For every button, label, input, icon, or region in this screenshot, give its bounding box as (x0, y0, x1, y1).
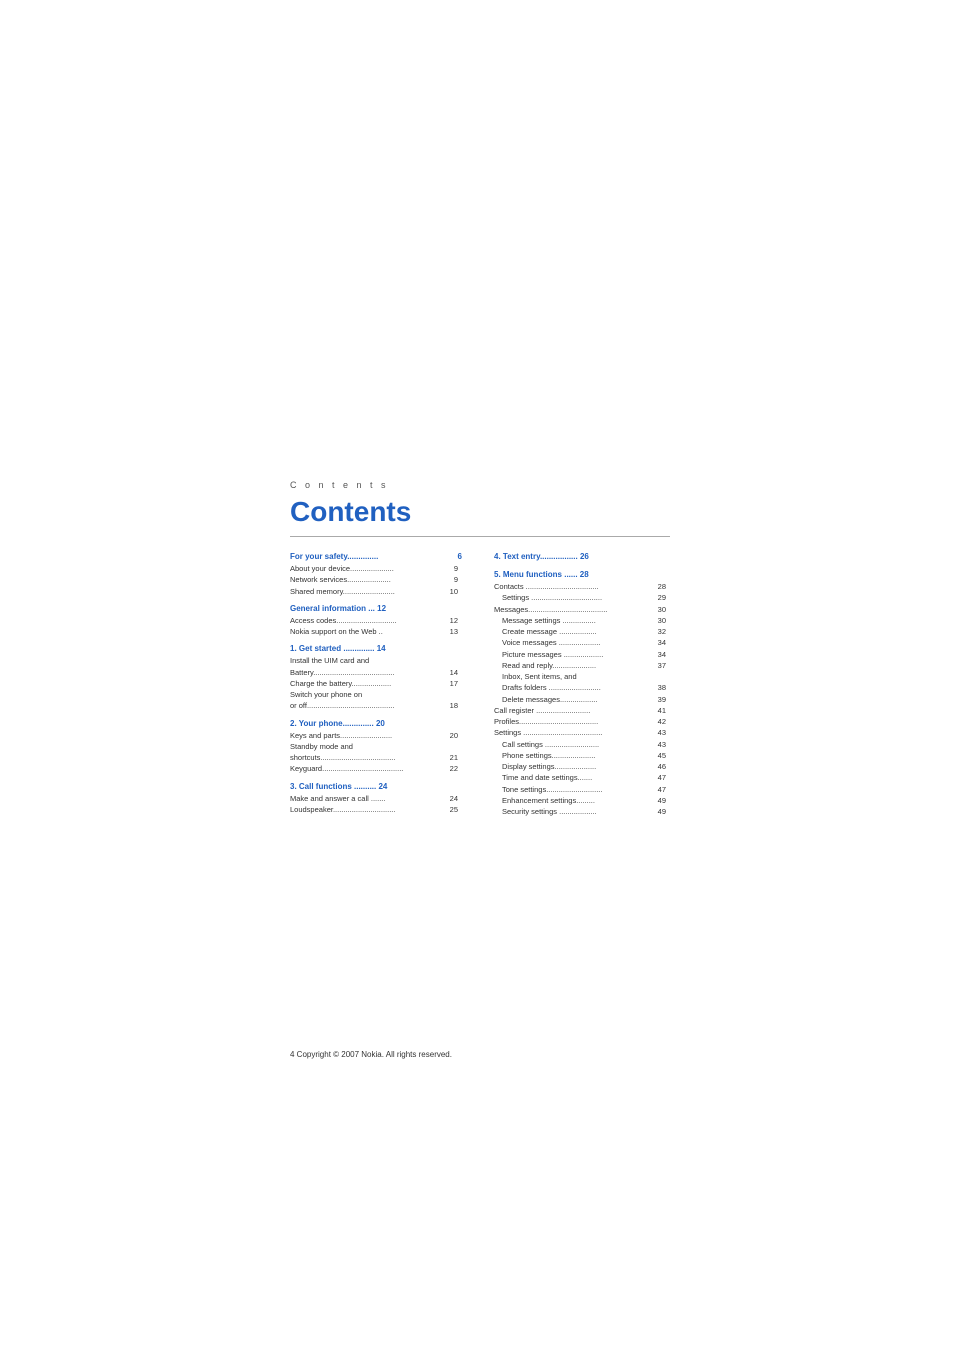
list-item: Phone settings..................... 45 (494, 750, 670, 761)
list-item: Keys and parts......................... … (290, 730, 462, 741)
list-item: Contacts ...............................… (494, 581, 670, 592)
list-item: Nokia support on the Web .. 13 (290, 626, 462, 637)
list-item: Tone settings...........................… (494, 784, 670, 795)
list-item: Call register ..........................… (494, 705, 670, 716)
list-item: Install the UIM card and (290, 655, 462, 666)
section-get-started: 1. Get started .............. 14 (290, 643, 462, 655)
section-header-text: 1. Get started .............. 14 (290, 643, 386, 655)
list-item: Battery.................................… (290, 667, 462, 678)
list-item: Network services..................... 9 (290, 574, 462, 585)
section-call-functions: 3. Call functions .......... 24 (290, 781, 462, 793)
list-item: Message settings ................ 30 (494, 615, 670, 626)
contents-label: C o n t e n t s (290, 480, 670, 490)
list-item: Security settings .................. 49 (494, 806, 670, 817)
section-header-page: 6 (458, 551, 462, 563)
section-header-text: For your safety.............. (290, 551, 378, 563)
list-item: Delete messages.................. 39 (494, 694, 670, 705)
page: C o n t e n t s Contents For your safety… (0, 0, 954, 1351)
list-item: Make and answer a call ....... 24 (290, 793, 462, 804)
list-item: Settings ...............................… (494, 727, 670, 738)
contents-title: Contents (290, 496, 670, 537)
list-item: Standby mode and (290, 741, 462, 752)
list-item: Inbox, Sent items, and (494, 671, 670, 682)
right-column: 4. Text entry................. 26 5. Men… (490, 551, 670, 817)
section-your-phone: 2. Your phone.............. 20 (290, 718, 462, 730)
list-item: Picture messages ................... 34 (494, 649, 670, 660)
list-item: or off..................................… (290, 700, 462, 711)
section-text-entry: 4. Text entry................. 26 (494, 551, 670, 563)
list-item: Read and reply..................... 37 (494, 660, 670, 671)
list-item: Charge the battery................... 17 (290, 678, 462, 689)
section-header-text: 5. Menu functions ...... 28 (494, 569, 589, 581)
list-item: Profiles................................… (494, 716, 670, 727)
list-item: Access codes............................… (290, 615, 462, 626)
section-for-your-safety: For your safety.............. 6 (290, 551, 462, 563)
list-item: Loudspeaker.............................… (290, 804, 462, 815)
list-item: About your device..................... 9 (290, 563, 462, 574)
list-item: Time and date settings....... 47 (494, 772, 670, 783)
footer: 4 Copyright © 2007 Nokia. All rights res… (290, 1050, 452, 1059)
list-item: Voice messages .................... 34 (494, 637, 670, 648)
section-header-text: 2. Your phone.............. 20 (290, 718, 385, 730)
section-general-information: General information ... 12 (290, 603, 462, 615)
list-item: Display settings.................... 46 (494, 761, 670, 772)
list-item: Messages................................… (494, 604, 670, 615)
section-menu-functions: 5. Menu functions ...... 28 (494, 569, 670, 581)
content-area: C o n t e n t s Contents For your safety… (290, 480, 670, 817)
section-header-text: General information ... 12 (290, 603, 386, 615)
list-item: Enhancement settings......... 49 (494, 795, 670, 806)
list-item: Settings ...............................… (494, 592, 670, 603)
list-item: Switch your phone on (290, 689, 462, 700)
list-item: Call settings ..........................… (494, 739, 670, 750)
section-header-text: 3. Call functions .......... 24 (290, 781, 387, 793)
list-item: shortcuts...............................… (290, 752, 462, 763)
list-item: Keyguard................................… (290, 763, 462, 774)
list-item: Shared memory......................... 1… (290, 586, 462, 597)
list-item: Create message .................. 32 (494, 626, 670, 637)
toc-grid: For your safety.............. 6 About yo… (290, 551, 670, 817)
section-header-text: 4. Text entry................. 26 (494, 551, 589, 563)
left-column: For your safety.............. 6 About yo… (290, 551, 470, 817)
list-item: Drafts folders .........................… (494, 682, 670, 693)
